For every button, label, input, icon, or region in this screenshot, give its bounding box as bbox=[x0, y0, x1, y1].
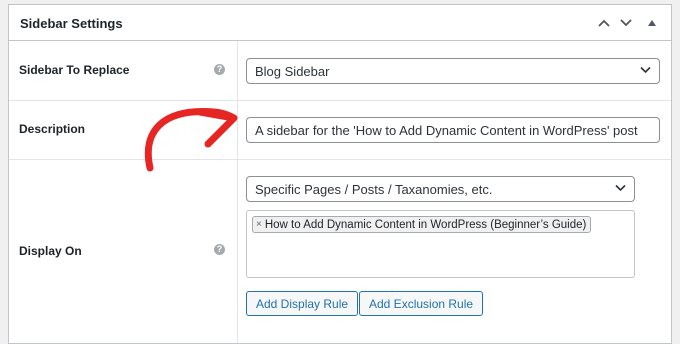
sidebar-to-replace-select[interactable]: Blog Sidebar bbox=[246, 58, 660, 84]
row-divider bbox=[9, 100, 671, 101]
display-on-label: Display On bbox=[19, 244, 82, 258]
display-rule-tag: × How to Add Dynamic Content in WordPres… bbox=[252, 216, 592, 233]
panel-title: Sidebar Settings bbox=[20, 16, 123, 31]
description-input[interactable]: A sidebar for the 'How to Add Dynamic Co… bbox=[246, 117, 660, 143]
panel-header: Sidebar Settings bbox=[9, 5, 671, 41]
tag-remove-icon[interactable]: × bbox=[256, 219, 262, 230]
select-chevron-icon bbox=[615, 184, 626, 192]
add-exclusion-rule-button[interactable]: Add Exclusion Rule bbox=[359, 291, 484, 316]
select-value: Blog Sidebar bbox=[255, 63, 330, 79]
move-down-button[interactable] bbox=[617, 14, 635, 32]
help-icon[interactable]: ? bbox=[214, 64, 225, 75]
select-value: Specific Pages / Posts / Taxanomies, etc… bbox=[255, 181, 493, 197]
add-display-rule-button[interactable]: Add Display Rule bbox=[246, 291, 359, 316]
column-divider bbox=[237, 41, 238, 343]
description-label: Description bbox=[19, 122, 86, 136]
chevron-down-icon bbox=[620, 19, 632, 27]
sidebar-settings-panel: Sidebar Settings Sidebar To Replace ? Bl… bbox=[8, 4, 672, 344]
sidebar-to-replace-label: Sidebar To Replace bbox=[19, 63, 130, 77]
tag-label: How to Add Dynamic Content in WordPress … bbox=[264, 218, 587, 231]
toggle-panel-button[interactable] bbox=[643, 14, 661, 32]
triangle-up-icon bbox=[648, 20, 656, 26]
description-value: A sidebar for the 'How to Add Dynamic Co… bbox=[255, 122, 638, 138]
select-chevron-icon bbox=[640, 66, 651, 74]
display-on-select[interactable]: Specific Pages / Posts / Taxanomies, etc… bbox=[246, 176, 635, 202]
move-up-button[interactable] bbox=[595, 14, 613, 32]
display-rules-tags-field[interactable]: × How to Add Dynamic Content in WordPres… bbox=[246, 210, 635, 278]
chevron-up-icon bbox=[598, 19, 610, 27]
row-divider bbox=[9, 159, 671, 160]
help-icon[interactable]: ? bbox=[214, 244, 225, 255]
